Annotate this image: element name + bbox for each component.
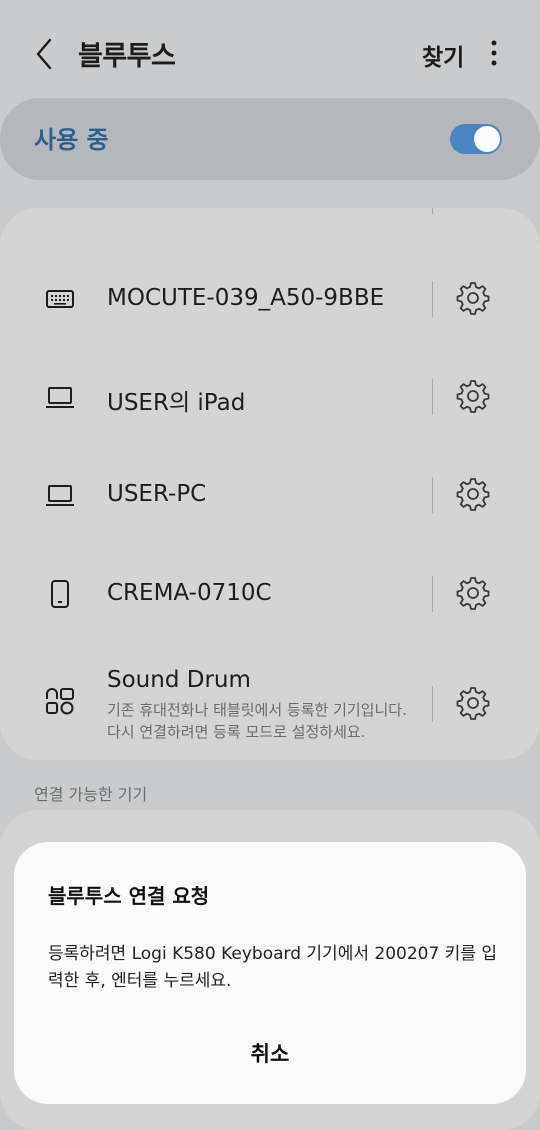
row-divider [432, 686, 433, 722]
dialog-message: 등록하려면 Logi K580 Keyboard 기기에서 200207 키를 … [48, 944, 497, 991]
find-button[interactable]: 찾기 [422, 38, 464, 72]
gear-icon[interactable] [455, 476, 491, 512]
pairing-request-dialog: 블루투스 연결 요청 등록하려면 Logi K580 Keyboard 기기에서… [14, 842, 526, 1104]
bluetooth-switch[interactable] [450, 124, 502, 154]
paired-devices-card: MOCUTE-039_A50-9BBE USER의 iPad USER-PC C… [0, 208, 540, 760]
device-name: USER의 iPad [107, 390, 246, 416]
device-row[interactable]: USER의 iPad [0, 349, 540, 447]
app-header: 블루투스 찾기 [0, 0, 540, 105]
device-row-partial[interactable] [0, 208, 540, 246]
cancel-button[interactable]: 취소 [220, 1038, 320, 1074]
device-name: MOCUTE-039_A50-9BBE [107, 285, 385, 311]
switch-knob [474, 126, 500, 152]
page-title: 블루투스 [78, 41, 176, 72]
chevron-left-icon [36, 38, 52, 70]
device-row[interactable]: Sound Drum 기존 휴대전화나 태블릿에서 등록한 기기입니다. 다시 … [0, 653, 540, 753]
device-name: Sound Drum [107, 667, 251, 693]
phone-icon [51, 580, 69, 608]
gear-icon[interactable] [455, 208, 491, 213]
available-section-label: 연결 가능한 기기 [34, 785, 148, 804]
more-options-button[interactable] [482, 38, 506, 68]
back-button[interactable] [30, 36, 62, 72]
toggle-label: 사용 중 [34, 126, 109, 154]
row-divider [432, 208, 433, 214]
dialog-title: 블루투스 연결 요청 [48, 884, 210, 908]
laptop-icon [46, 485, 74, 506]
device-row[interactable]: USER-PC [0, 447, 540, 545]
gear-icon[interactable] [455, 575, 491, 611]
device-subtext: 다시 연결하려면 등록 모드로 설정하세요. [107, 723, 366, 741]
row-divider [432, 477, 433, 513]
laptop-icon [44, 208, 76, 212]
laptop-icon [46, 387, 74, 408]
gear-icon[interactable] [455, 280, 491, 316]
row-divider [432, 379, 433, 415]
row-divider [432, 576, 433, 612]
device-subtext: 기존 휴대전화나 태블릿에서 등록한 기기입니다. [107, 701, 407, 719]
keyboard-icon [46, 290, 74, 308]
device-row[interactable]: MOCUTE-039_A50-9BBE [0, 251, 540, 349]
gear-icon[interactable] [455, 378, 491, 414]
more-vert-icon [491, 40, 497, 66]
device-name: CREMA-0710C [107, 580, 272, 606]
gear-icon[interactable] [455, 685, 491, 721]
row-divider [432, 281, 433, 317]
device-row[interactable]: CREMA-0710C [0, 546, 540, 644]
grid-device-icon [46, 688, 74, 715]
device-name: USER-PC [107, 481, 207, 507]
